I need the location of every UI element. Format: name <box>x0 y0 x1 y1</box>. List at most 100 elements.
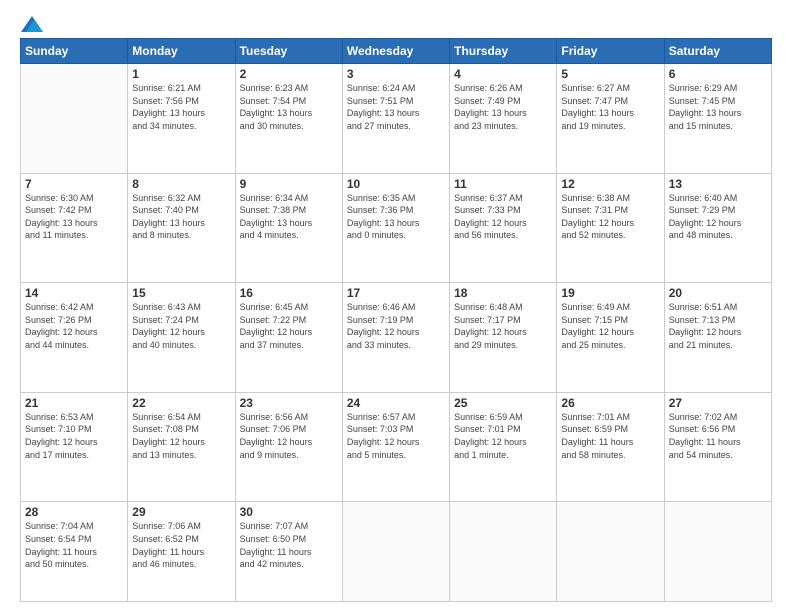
day-info: Sunrise: 7:06 AM Sunset: 6:52 PM Dayligh… <box>132 520 230 570</box>
calendar-week-5: 28Sunrise: 7:04 AM Sunset: 6:54 PM Dayli… <box>21 502 772 602</box>
day-number: 10 <box>347 177 445 191</box>
calendar-cell <box>450 502 557 602</box>
calendar-cell: 21Sunrise: 6:53 AM Sunset: 7:10 PM Dayli… <box>21 392 128 502</box>
day-info: Sunrise: 7:01 AM Sunset: 6:59 PM Dayligh… <box>561 411 659 461</box>
calendar-header-friday: Friday <box>557 39 664 64</box>
day-info: Sunrise: 6:26 AM Sunset: 7:49 PM Dayligh… <box>454 82 552 132</box>
day-info: Sunrise: 6:53 AM Sunset: 7:10 PM Dayligh… <box>25 411 123 461</box>
calendar-cell: 6Sunrise: 6:29 AM Sunset: 7:45 PM Daylig… <box>664 64 771 174</box>
day-info: Sunrise: 6:32 AM Sunset: 7:40 PM Dayligh… <box>132 192 230 242</box>
day-number: 30 <box>240 505 338 519</box>
day-number: 14 <box>25 286 123 300</box>
calendar-cell: 5Sunrise: 6:27 AM Sunset: 7:47 PM Daylig… <box>557 64 664 174</box>
calendar-cell: 13Sunrise: 6:40 AM Sunset: 7:29 PM Dayli… <box>664 173 771 283</box>
logo <box>20 16 44 28</box>
day-number: 11 <box>454 177 552 191</box>
calendar-week-2: 7Sunrise: 6:30 AM Sunset: 7:42 PM Daylig… <box>21 173 772 283</box>
day-number: 6 <box>669 67 767 81</box>
calendar-header-saturday: Saturday <box>664 39 771 64</box>
calendar-cell: 23Sunrise: 6:56 AM Sunset: 7:06 PM Dayli… <box>235 392 342 502</box>
calendar-cell: 16Sunrise: 6:45 AM Sunset: 7:22 PM Dayli… <box>235 283 342 393</box>
calendar-cell: 22Sunrise: 6:54 AM Sunset: 7:08 PM Dayli… <box>128 392 235 502</box>
day-info: Sunrise: 6:24 AM Sunset: 7:51 PM Dayligh… <box>347 82 445 132</box>
day-info: Sunrise: 6:51 AM Sunset: 7:13 PM Dayligh… <box>669 301 767 351</box>
calendar-cell: 30Sunrise: 7:07 AM Sunset: 6:50 PM Dayli… <box>235 502 342 602</box>
day-info: Sunrise: 6:34 AM Sunset: 7:38 PM Dayligh… <box>240 192 338 242</box>
day-info: Sunrise: 6:35 AM Sunset: 7:36 PM Dayligh… <box>347 192 445 242</box>
day-number: 19 <box>561 286 659 300</box>
calendar-header-tuesday: Tuesday <box>235 39 342 64</box>
day-info: Sunrise: 7:07 AM Sunset: 6:50 PM Dayligh… <box>240 520 338 570</box>
day-number: 12 <box>561 177 659 191</box>
calendar-cell: 12Sunrise: 6:38 AM Sunset: 7:31 PM Dayli… <box>557 173 664 283</box>
calendar-cell: 29Sunrise: 7:06 AM Sunset: 6:52 PM Dayli… <box>128 502 235 602</box>
day-number: 20 <box>669 286 767 300</box>
calendar-cell: 26Sunrise: 7:01 AM Sunset: 6:59 PM Dayli… <box>557 392 664 502</box>
calendar-cell: 24Sunrise: 6:57 AM Sunset: 7:03 PM Dayli… <box>342 392 449 502</box>
day-number: 7 <box>25 177 123 191</box>
day-info: Sunrise: 6:45 AM Sunset: 7:22 PM Dayligh… <box>240 301 338 351</box>
calendar-header-thursday: Thursday <box>450 39 557 64</box>
day-info: Sunrise: 6:56 AM Sunset: 7:06 PM Dayligh… <box>240 411 338 461</box>
day-info: Sunrise: 6:27 AM Sunset: 7:47 PM Dayligh… <box>561 82 659 132</box>
page: SundayMondayTuesdayWednesdayThursdayFrid… <box>0 0 792 612</box>
calendar-cell: 7Sunrise: 6:30 AM Sunset: 7:42 PM Daylig… <box>21 173 128 283</box>
calendar-cell: 3Sunrise: 6:24 AM Sunset: 7:51 PM Daylig… <box>342 64 449 174</box>
day-number: 25 <box>454 396 552 410</box>
calendar-week-4: 21Sunrise: 6:53 AM Sunset: 7:10 PM Dayli… <box>21 392 772 502</box>
day-number: 8 <box>132 177 230 191</box>
calendar-header-sunday: Sunday <box>21 39 128 64</box>
day-info: Sunrise: 6:59 AM Sunset: 7:01 PM Dayligh… <box>454 411 552 461</box>
day-info: Sunrise: 6:38 AM Sunset: 7:31 PM Dayligh… <box>561 192 659 242</box>
day-number: 5 <box>561 67 659 81</box>
day-info: Sunrise: 6:29 AM Sunset: 7:45 PM Dayligh… <box>669 82 767 132</box>
calendar-cell: 4Sunrise: 6:26 AM Sunset: 7:49 PM Daylig… <box>450 64 557 174</box>
day-number: 16 <box>240 286 338 300</box>
calendar-cell: 2Sunrise: 6:23 AM Sunset: 7:54 PM Daylig… <box>235 64 342 174</box>
day-number: 1 <box>132 67 230 81</box>
calendar-cell: 14Sunrise: 6:42 AM Sunset: 7:26 PM Dayli… <box>21 283 128 393</box>
day-info: Sunrise: 6:30 AM Sunset: 7:42 PM Dayligh… <box>25 192 123 242</box>
day-number: 4 <box>454 67 552 81</box>
day-number: 18 <box>454 286 552 300</box>
day-info: Sunrise: 6:43 AM Sunset: 7:24 PM Dayligh… <box>132 301 230 351</box>
calendar-cell: 9Sunrise: 6:34 AM Sunset: 7:38 PM Daylig… <box>235 173 342 283</box>
calendar-cell: 18Sunrise: 6:48 AM Sunset: 7:17 PM Dayli… <box>450 283 557 393</box>
calendar-week-3: 14Sunrise: 6:42 AM Sunset: 7:26 PM Dayli… <box>21 283 772 393</box>
calendar-cell: 10Sunrise: 6:35 AM Sunset: 7:36 PM Dayli… <box>342 173 449 283</box>
day-info: Sunrise: 6:54 AM Sunset: 7:08 PM Dayligh… <box>132 411 230 461</box>
day-number: 3 <box>347 67 445 81</box>
calendar-cell <box>342 502 449 602</box>
day-info: Sunrise: 6:42 AM Sunset: 7:26 PM Dayligh… <box>25 301 123 351</box>
day-number: 13 <box>669 177 767 191</box>
calendar-cell: 27Sunrise: 7:02 AM Sunset: 6:56 PM Dayli… <box>664 392 771 502</box>
logo-icon <box>21 16 43 32</box>
calendar-cell: 1Sunrise: 6:21 AM Sunset: 7:56 PM Daylig… <box>128 64 235 174</box>
day-info: Sunrise: 6:21 AM Sunset: 7:56 PM Dayligh… <box>132 82 230 132</box>
day-info: Sunrise: 6:48 AM Sunset: 7:17 PM Dayligh… <box>454 301 552 351</box>
calendar-header-wednesday: Wednesday <box>342 39 449 64</box>
day-number: 17 <box>347 286 445 300</box>
day-number: 21 <box>25 396 123 410</box>
calendar-table: SundayMondayTuesdayWednesdayThursdayFrid… <box>20 38 772 602</box>
day-info: Sunrise: 6:37 AM Sunset: 7:33 PM Dayligh… <box>454 192 552 242</box>
calendar-cell: 25Sunrise: 6:59 AM Sunset: 7:01 PM Dayli… <box>450 392 557 502</box>
calendar-cell: 28Sunrise: 7:04 AM Sunset: 6:54 PM Dayli… <box>21 502 128 602</box>
calendar-cell <box>557 502 664 602</box>
day-number: 2 <box>240 67 338 81</box>
day-number: 22 <box>132 396 230 410</box>
header <box>20 16 772 28</box>
day-number: 29 <box>132 505 230 519</box>
day-info: Sunrise: 6:23 AM Sunset: 7:54 PM Dayligh… <box>240 82 338 132</box>
day-info: Sunrise: 6:57 AM Sunset: 7:03 PM Dayligh… <box>347 411 445 461</box>
calendar-cell: 19Sunrise: 6:49 AM Sunset: 7:15 PM Dayli… <box>557 283 664 393</box>
day-number: 15 <box>132 286 230 300</box>
calendar-cell: 15Sunrise: 6:43 AM Sunset: 7:24 PM Dayli… <box>128 283 235 393</box>
day-number: 26 <box>561 396 659 410</box>
calendar-cell: 11Sunrise: 6:37 AM Sunset: 7:33 PM Dayli… <box>450 173 557 283</box>
calendar-cell: 17Sunrise: 6:46 AM Sunset: 7:19 PM Dayli… <box>342 283 449 393</box>
calendar-cell: 8Sunrise: 6:32 AM Sunset: 7:40 PM Daylig… <box>128 173 235 283</box>
calendar-cell <box>21 64 128 174</box>
calendar-header-monday: Monday <box>128 39 235 64</box>
calendar-cell <box>664 502 771 602</box>
